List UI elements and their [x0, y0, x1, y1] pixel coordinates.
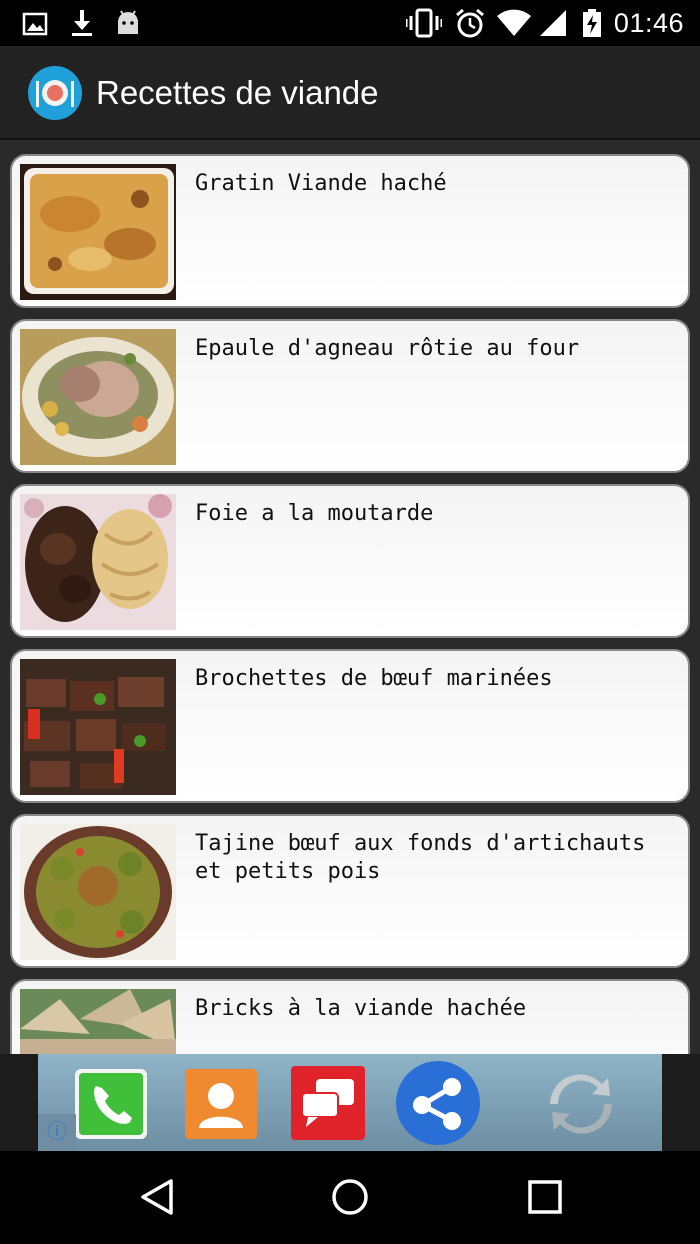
- back-icon[interactable]: [138, 1177, 176, 1217]
- navigation-bar: [0, 1151, 700, 1244]
- recipe-card[interactable]: Foie a la moutarde: [10, 484, 690, 638]
- recipe-title: Brochettes de bœuf marinées: [195, 666, 553, 691]
- recipe-title: Bricks à la viande hachée: [195, 996, 527, 1021]
- status-bar: 01:46: [0, 0, 700, 46]
- recipe-title: Epaule d'agneau rôtie au four: [195, 336, 580, 361]
- recipe-title: Tajine bœuf aux fonds d'artichauts et pe…: [195, 831, 646, 884]
- plate-fork-knife-icon: [28, 66, 82, 120]
- recipe-card[interactable]: Bricks à la viande hachée: [10, 979, 690, 1054]
- action-bar: Recettes de viande: [0, 46, 700, 140]
- status-time: 01:46: [613, 8, 684, 38]
- recipe-thumbnail: [20, 494, 176, 630]
- wifi-icon: [497, 9, 531, 36]
- recents-icon[interactable]: [527, 1177, 563, 1217]
- recipe-card[interactable]: Epaule d'agneau rôtie au four: [10, 319, 690, 473]
- home-icon[interactable]: [330, 1177, 370, 1217]
- ad-margin: [0, 1054, 38, 1151]
- ad-margin: [662, 1054, 700, 1151]
- message-icon[interactable]: [290, 1065, 366, 1141]
- contact-icon[interactable]: [184, 1068, 258, 1140]
- battery-icon: [583, 9, 601, 37]
- ad-info-icon[interactable]: ⓘ: [38, 1114, 76, 1151]
- share-icon[interactable]: [394, 1059, 482, 1147]
- recipe-card[interactable]: Tajine bœuf aux fonds d'artichauts et pe…: [10, 814, 690, 968]
- download-icon: [72, 10, 92, 36]
- recipe-card[interactable]: Gratin Viande haché: [10, 154, 690, 308]
- app-title: Recettes de viande: [96, 74, 379, 111]
- android-icon: [118, 10, 138, 34]
- recipe-title: Foie a la moutarde: [195, 501, 434, 526]
- image-icon: [22, 12, 48, 36]
- phone-icon[interactable]: [74, 1068, 148, 1140]
- recipe-thumbnail: [20, 989, 176, 1054]
- recipe-thumbnail: [20, 164, 176, 300]
- alarm-icon: [456, 8, 484, 38]
- recipe-thumbnail: [20, 659, 176, 795]
- recipe-card[interactable]: Brochettes de bœuf marinées: [10, 649, 690, 803]
- recipe-thumbnail: [20, 824, 176, 960]
- vibrate-icon: [406, 8, 442, 38]
- ad-banner[interactable]: ⓘ: [38, 1054, 662, 1151]
- refresh-icon[interactable]: [544, 1068, 618, 1140]
- signal-icon: [540, 10, 566, 36]
- recipe-thumbnail: [20, 329, 176, 465]
- recipe-list[interactable]: Gratin Viande haché Epaule d'agneau rôti…: [0, 140, 700, 1054]
- recipe-title: Gratin Viande haché: [195, 171, 447, 196]
